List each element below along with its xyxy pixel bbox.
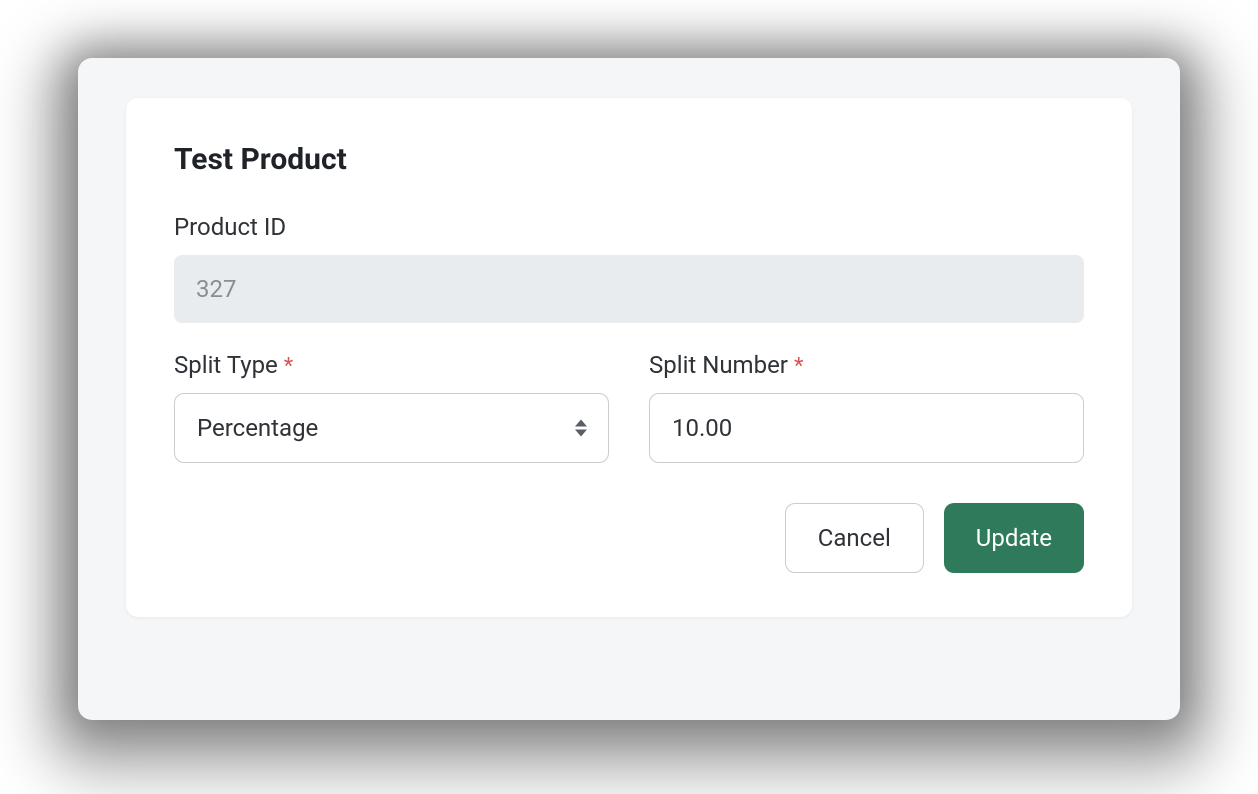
split-type-select[interactable]: Percentage xyxy=(174,393,609,463)
split-row: Split Type* Percentage Split Number* xyxy=(174,351,1084,463)
split-number-label-text: Split Number xyxy=(649,351,788,379)
split-type-field: Split Type* Percentage xyxy=(174,351,609,463)
split-type-label: Split Type* xyxy=(174,351,609,379)
split-number-input[interactable] xyxy=(649,393,1084,463)
cancel-button[interactable]: Cancel xyxy=(785,503,924,573)
split-type-select-wrap: Percentage xyxy=(174,393,609,463)
outer-panel: Test Product Product ID 327 Split Type* … xyxy=(78,58,1180,720)
required-star-icon: * xyxy=(284,354,293,379)
split-number-label: Split Number* xyxy=(649,351,1084,379)
product-id-input: 327 xyxy=(174,255,1084,323)
form-actions: Cancel Update xyxy=(174,503,1084,573)
product-id-field: Product ID 327 xyxy=(174,213,1084,323)
split-type-label-text: Split Type xyxy=(174,351,278,379)
card-title: Test Product xyxy=(174,142,1084,177)
product-split-card: Test Product Product ID 327 Split Type* … xyxy=(126,98,1132,617)
update-button[interactable]: Update xyxy=(944,503,1084,573)
product-id-label: Product ID xyxy=(174,213,1084,241)
split-number-field: Split Number* xyxy=(649,351,1084,463)
required-star-icon: * xyxy=(794,354,803,379)
